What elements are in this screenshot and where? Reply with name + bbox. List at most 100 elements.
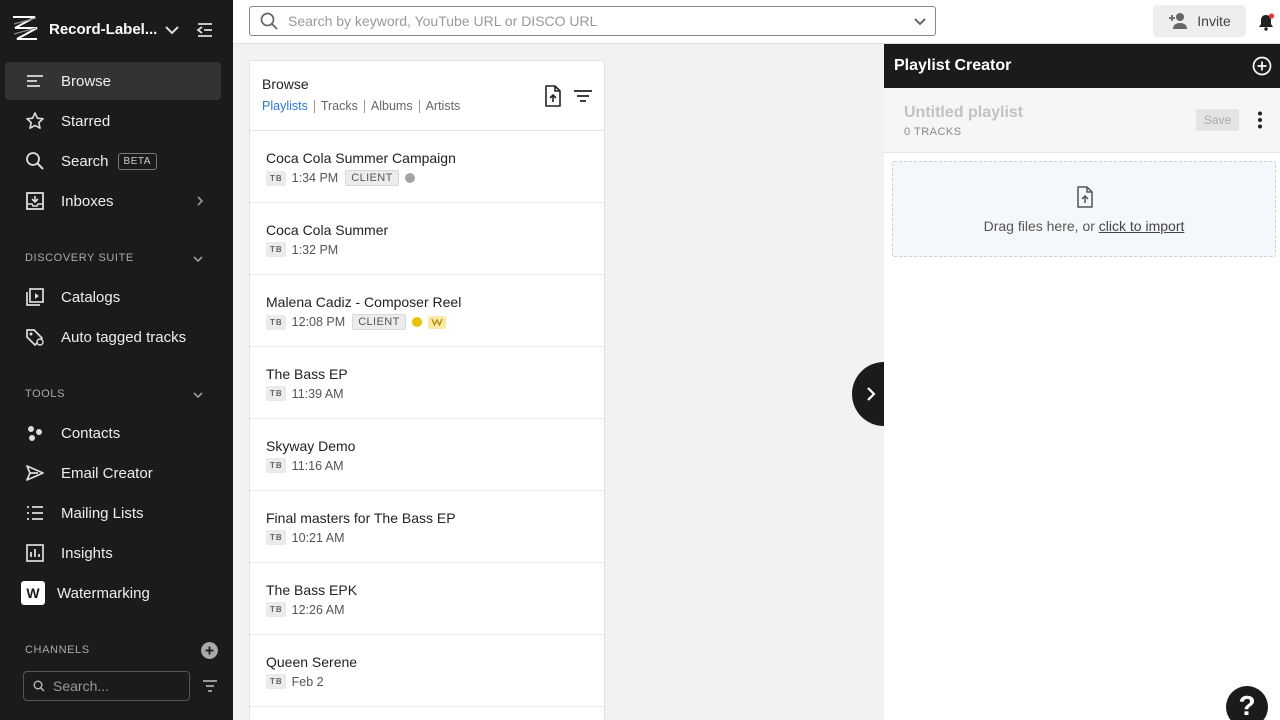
chevron-down-icon[interactable]	[913, 14, 927, 28]
playlist-meta: TB 10:21 AM	[266, 530, 345, 545]
tab-albums[interactable]: Albums	[363, 100, 419, 113]
catalog-icon	[25, 287, 45, 307]
send-icon	[25, 463, 45, 483]
sidebar-item-browse[interactable]: Browse	[5, 62, 221, 100]
search-icon	[260, 12, 278, 30]
browse-icon	[25, 71, 45, 91]
filter-icon[interactable]	[573, 89, 593, 103]
playlist-meta: TB Feb 2	[266, 674, 324, 689]
owner-badge: TB	[266, 458, 286, 473]
sidebar-item-label: Auto tagged tracks	[61, 328, 187, 346]
playlist-title: Coca Cola Summer Campaign	[266, 150, 456, 166]
list-item[interactable]: Malena Cadiz - Composer Reel TB 12:08 PM CL…	[250, 275, 604, 347]
watermark-icon	[427, 315, 446, 329]
sidebar-item-insights[interactable]: Insights	[5, 534, 221, 572]
list-item[interactable]: The Bass EPK TB 12:26 AM	[250, 563, 604, 635]
tab-playlists[interactable]: Playlists	[262, 100, 314, 113]
file-drop-zone[interactable]: Drag files here, or click to import	[892, 161, 1276, 257]
more-vertical-icon[interactable]	[1257, 111, 1263, 129]
save-button[interactable]: Save	[1196, 109, 1239, 131]
sidebar-item-catalogs[interactable]: Catalogs	[5, 278, 221, 316]
playlist-meta: TB 12:08 PM CLIENT	[266, 314, 446, 330]
watermark-icon: W	[21, 581, 45, 605]
notification-bell-icon[interactable]	[1257, 13, 1275, 31]
owner-badge: TB	[266, 530, 286, 545]
playlist-time: Feb 2	[291, 674, 324, 689]
chevron-right-icon	[867, 387, 876, 401]
sidebar-item-label: Watermarking	[57, 584, 150, 602]
list-item[interactable]: Coca Cola Summer TB 1:32 PM	[250, 203, 604, 275]
logo-icon	[13, 16, 38, 40]
add-user-icon	[1169, 13, 1188, 29]
sidebar-item-watermarking[interactable]: W Watermarking	[5, 574, 221, 612]
search-icon	[33, 680, 45, 692]
sidebar-item-label: Search	[61, 152, 109, 170]
section-heading-channels: CHANNELS	[25, 644, 90, 656]
filter-icon[interactable]	[202, 679, 218, 693]
add-channel-icon[interactable]	[201, 642, 218, 659]
sidebar-item-contacts[interactable]: Contacts	[5, 414, 221, 452]
tab-artists[interactable]: Artists	[418, 100, 467, 113]
tab-tracks[interactable]: Tracks	[313, 100, 364, 113]
owner-badge: TB	[266, 170, 286, 186]
click-to-import-link[interactable]: click to import	[1099, 218, 1185, 234]
list-item[interactable]: Coca Cola Summer Campaign TB 1:34 PM CLIENT	[250, 131, 604, 203]
sidebar-item-search[interactable]: Search BETA	[5, 142, 221, 180]
workspace-name: Record-Label...	[49, 21, 158, 38]
chevron-down-icon[interactable]	[191, 388, 205, 402]
sidebar-item-label: Inboxes	[61, 192, 114, 210]
sidebar-item-label: Email Creator	[61, 464, 153, 482]
global-search[interactable]	[249, 6, 936, 36]
tag-icon	[25, 327, 45, 347]
sidebar-item-email-creator[interactable]: Email Creator	[5, 454, 221, 492]
owner-badge: TB	[266, 602, 286, 617]
help-button[interactable]: ?	[1226, 686, 1268, 720]
playlist-time: 11:16 AM	[291, 458, 344, 473]
list-item[interactable]: Skyway Demo TB 11:16 AM	[250, 419, 604, 491]
playlist-name[interactable]: Untitled playlist	[904, 104, 1023, 122]
playlist-list: Coca Cola Summer Campaign TB 1:34 PM CLIENT…	[250, 131, 604, 707]
sidebar-item-starred[interactable]: Starred	[5, 102, 221, 140]
beta-badge: BETA	[117, 152, 157, 170]
owner-badge: TB	[266, 314, 286, 330]
playlist-meta: TB 1:34 PM CLIENT	[266, 170, 415, 186]
workspace-switcher[interactable]: Record-Label...	[0, 0, 233, 60]
chevron-down-icon[interactable]	[163, 21, 181, 39]
chevron-right-icon	[197, 196, 204, 206]
channel-search-input[interactable]	[53, 678, 173, 694]
browse-header: Browse Playlists Tracks Albums Artists	[250, 61, 604, 131]
owner-badge: TB	[266, 674, 286, 689]
list-item[interactable]: Final masters for The Bass EP TB 10:21 AM	[250, 491, 604, 563]
add-circle-icon[interactable]	[1252, 56, 1272, 76]
sidebar-item-label: Contacts	[61, 424, 121, 442]
invite-label: Invite	[1197, 13, 1231, 29]
chevron-down-icon[interactable]	[191, 252, 205, 266]
channel-search[interactable]	[23, 671, 190, 701]
playlist-meta: TB 11:16 AM	[266, 458, 344, 473]
search-input[interactable]	[288, 13, 898, 29]
file-export-icon[interactable]	[543, 85, 563, 107]
section-heading-tools: TOOLS	[25, 388, 66, 400]
list-item[interactable]: Queen Serene TB Feb 2	[250, 635, 604, 707]
status-dot	[404, 173, 415, 183]
invite-button[interactable]: Invite	[1153, 5, 1246, 37]
playlist-meta: TB 1:32 PM	[266, 242, 338, 257]
sidebar-item-mailing-lists[interactable]: Mailing Lists	[5, 494, 221, 532]
drop-instructions: Drag files here, or	[983, 218, 1099, 234]
playlist-time: 1:32 PM	[291, 242, 339, 257]
playlist-meta: TB 12:26 AM	[266, 602, 345, 617]
list-item[interactable]: The Bass EP TB 11:39 AM	[250, 347, 604, 419]
client-tag: CLIENT	[345, 170, 399, 186]
playlist-creator-header: Playlist Creator	[884, 44, 1280, 88]
playlist-title: The Bass EPK	[266, 582, 358, 598]
playlist-info: Untitled playlist 0 TRACKS Save	[884, 88, 1280, 153]
playlist-title: The Bass EP	[266, 366, 348, 382]
sidebar-item-inboxes[interactable]: Inboxes	[5, 182, 221, 220]
bar-chart-icon	[25, 543, 45, 563]
playlist-time: 1:34 PM	[291, 171, 339, 185]
collapse-sidebar-icon[interactable]	[196, 21, 214, 39]
browse-panel: Browse Playlists Tracks Albums Artists C…	[249, 60, 605, 720]
owner-badge: TB	[266, 242, 286, 257]
sidebar-item-auto-tagged[interactable]: Auto tagged tracks	[5, 318, 221, 356]
playlist-meta: TB 11:39 AM	[266, 386, 344, 401]
